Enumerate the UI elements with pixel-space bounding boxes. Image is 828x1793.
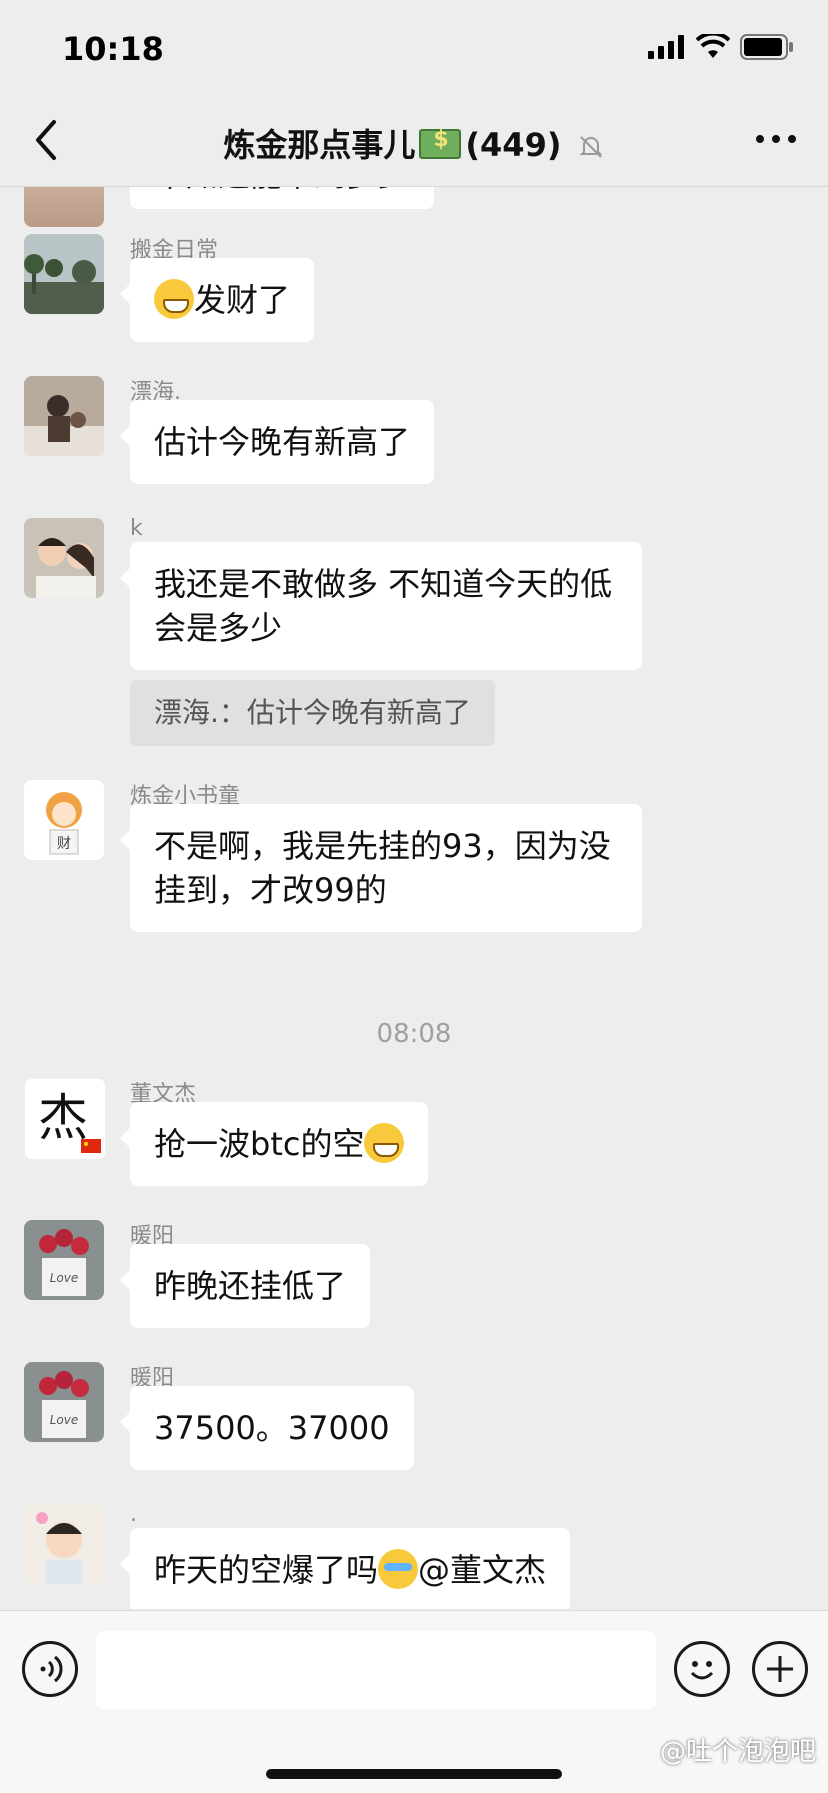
message-bubble[interactable]: 不知道能下到多少 [130, 187, 435, 209]
status-icons [648, 34, 794, 60]
signal-icon [648, 35, 684, 59]
time-separator: 08:08 [376, 1019, 452, 1049]
message-text: 抢一波btc的空 [154, 1125, 365, 1163]
input-bar: @吐个泡泡吧 [0, 1610, 828, 1793]
sender-name: . [130, 1502, 137, 1527]
avatar[interactable] [24, 234, 104, 314]
home-indicator[interactable] [266, 1769, 562, 1779]
avatar-letter: 杰 [38, 1089, 88, 1147]
emoji-button[interactable] [674, 1641, 730, 1697]
money-icon [419, 127, 462, 159]
avatar-caption: 财 [57, 836, 71, 852]
avatar[interactable] [24, 518, 104, 598]
more-options-icon[interactable] [754, 126, 798, 152]
message-bubble[interactable]: 不是啊，我是先挂的93，因为没挂到，才改99的 [120, 804, 642, 932]
watermark: @吐个泡泡吧 [659, 1737, 816, 1767]
avatar[interactable]: 财 [24, 780, 104, 860]
quoted-message[interactable]: 漂海.：估计今晚有新高了 [130, 680, 495, 746]
more-button[interactable] [752, 1641, 808, 1697]
message-bubble[interactable]: 发财了 [119, 258, 315, 342]
plus-icon [767, 1656, 793, 1682]
mute-bell-icon [579, 136, 603, 158]
status-bar: 10:18 [0, 0, 828, 96]
avatar[interactable]: Love [24, 1220, 104, 1300]
status-time: 10:18 [62, 30, 164, 68]
grin-emoji-icon [154, 279, 194, 319]
message-bubble[interactable]: 昨晚还挂低了 [119, 1244, 371, 1328]
member-count: (449) [465, 126, 562, 164]
avatar[interactable]: 杰 [24, 1078, 106, 1160]
message-input[interactable] [96, 1631, 656, 1709]
avatar[interactable] [24, 187, 104, 227]
avatar[interactable]: Love [24, 1362, 104, 1442]
wifi-icon [696, 34, 730, 58]
avatar-caption: Love [50, 1413, 79, 1427]
mention-text[interactable]: @董文杰 [418, 1551, 546, 1589]
smiley-icon [690, 1661, 714, 1680]
nav-bar: 炼金那点事儿 (449) [0, 96, 828, 187]
voice-button[interactable] [22, 1641, 78, 1697]
message-text: 昨天的空爆了吗 [154, 1551, 379, 1589]
avatar-caption: Love [50, 1271, 79, 1285]
avatar[interactable] [24, 1504, 104, 1584]
message-bubble[interactable]: 我还是不敢做多 不知道今天的低会是多少 [120, 542, 642, 670]
chat-area[interactable]: 不知道能下到多少 搬金日常 发财了 漂海. 估计今晚有新高了 k 我还是不敢做多… [0, 187, 828, 1609]
message-text: 发财了 [194, 281, 291, 319]
message-bubble[interactable]: 估计今晚有新高了 [119, 400, 435, 484]
message-bubble[interactable]: 37500。37000 [120, 1386, 414, 1470]
chat-title: 炼金那点事儿 (449) [0, 120, 828, 166]
voice-icon [40, 1655, 63, 1683]
avatar[interactable] [24, 376, 104, 456]
message-bubble[interactable]: 抢一波btc的空 [119, 1102, 429, 1186]
message-bubble[interactable]: 昨天的空爆了吗 @董文杰 [119, 1528, 571, 1609]
sender-name: k [130, 516, 143, 541]
grin-emoji-icon [364, 1123, 405, 1163]
group-name: 炼金那点事儿 [223, 126, 416, 164]
crying-laugh-emoji-icon [378, 1549, 419, 1589]
battery-icon [740, 34, 793, 60]
